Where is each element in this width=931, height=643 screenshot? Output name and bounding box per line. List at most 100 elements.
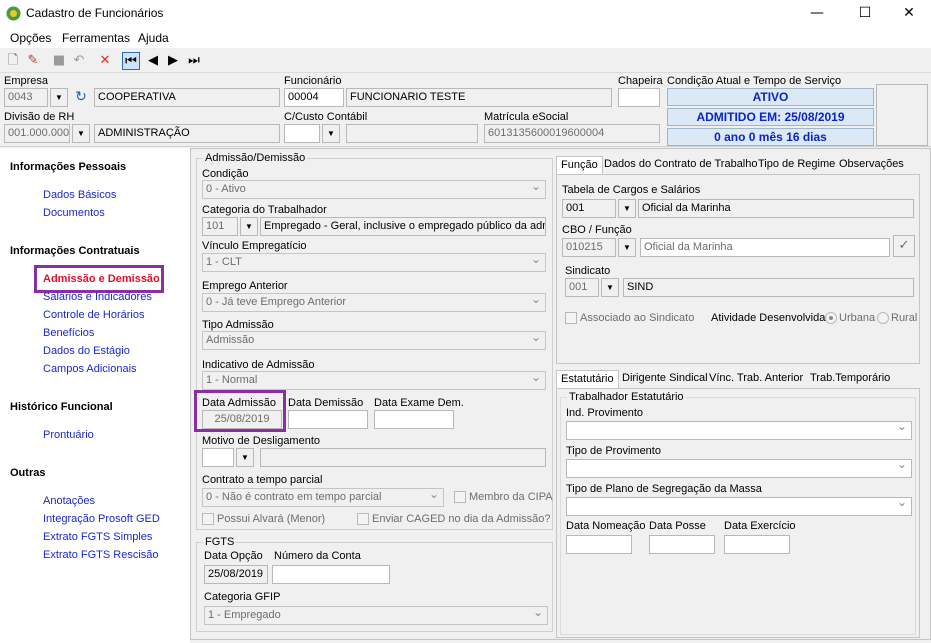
custo-code-field[interactable] [284, 124, 320, 143]
tab-observacoes[interactable]: Observações [839, 158, 904, 170]
ind-provimento-select[interactable] [566, 419, 912, 440]
data-opcao-field[interactable]: 25/08/2019 [204, 565, 268, 584]
sidebar-item-documentos[interactable]: Documentos [43, 207, 105, 219]
tabela-code-field[interactable]: 001 [562, 199, 616, 218]
first-record-icon[interactable]: ⏮ [122, 52, 140, 70]
tab-dirigente-sindical[interactable]: Dirigente Sindical [622, 372, 708, 384]
vinculo-select[interactable]: 1 - CLT [202, 253, 546, 272]
edit-icon[interactable]: ✎ [24, 52, 42, 70]
sidebar-item-dados-estagio[interactable]: Dados do Estágio [43, 345, 130, 357]
divisao-name-field: ADMINISTRAÇÃO [94, 124, 280, 143]
condicao-atual-label: Condição Atual e Tempo de Serviço [667, 75, 842, 87]
contrato-parcial-label: Contrato a tempo parcial [202, 474, 323, 486]
empresa-code-field[interactable]: 0043 [4, 88, 48, 107]
new-document-icon[interactable]: 🗋 [4, 52, 22, 70]
sidebar-item-beneficios[interactable]: Benefícios [43, 327, 94, 339]
section-historico-funcional: Histórico Funcional [10, 401, 113, 413]
delete-icon[interactable]: ✕ [96, 52, 114, 70]
menu-opcoes[interactable]: Opções [10, 31, 51, 45]
trabalhador-estatutario-title: Trabalhador Estatutário [567, 391, 686, 403]
associado-checkbox[interactable] [565, 312, 577, 324]
empresa-label: Empresa [4, 75, 49, 87]
empresa-dropdown-button[interactable]: ▼ [50, 88, 68, 107]
categoria-code-field[interactable]: 101 [202, 217, 238, 236]
data-exame-label: Data Exame Dem. [374, 397, 464, 409]
custo-name-field [346, 124, 478, 143]
close-button[interactable]: ✕ [886, 0, 931, 28]
tab-trab-temporario[interactable]: Trab.Temporário [810, 372, 890, 384]
empresa-name-field: COOPERATIVA [94, 88, 280, 107]
sidebar-item-anotacoes[interactable]: Anotações [43, 495, 95, 507]
sidebar-item-extrato-fgts-rescisao[interactable]: Extrato FGTS Rescisão [43, 549, 159, 561]
photo-placeholder[interactable] [876, 84, 928, 146]
contrato-parcial-select[interactable]: 0 - Não é contrato em tempo parcial [202, 488, 444, 507]
sidebar-item-extrato-fgts-simples[interactable]: Extrato FGTS Simples [43, 531, 152, 543]
minimize-button[interactable]: — [794, 0, 840, 28]
chapeira-field[interactable] [618, 88, 660, 107]
numero-conta-field[interactable] [272, 565, 390, 584]
sindicato-label: Sindicato [565, 265, 611, 277]
menu-ferramentas[interactable]: Ferramentas [62, 31, 130, 45]
data-exercicio-field[interactable] [724, 535, 790, 554]
enviar-caged-checkbox[interactable] [357, 513, 369, 525]
sidebar-item-integracao-ged[interactable]: Integração Prosoft GED [43, 513, 160, 525]
status-badge-admitido: ADMITIDO EM: 25/08/2019 [667, 108, 874, 126]
possui-alvara-label: Possui Alvará (Menor) [217, 513, 326, 525]
tab-funcao[interactable]: Função [556, 156, 603, 174]
divisao-dropdown-button[interactable]: ▼ [72, 124, 90, 143]
last-record-icon[interactable]: ⏭ [185, 52, 203, 70]
urbana-radio[interactable] [825, 312, 837, 324]
save-icon[interactable]: ■ [50, 52, 68, 70]
emprego-anterior-select[interactable]: 0 - Já teve Emprego Anterior [202, 293, 546, 312]
data-demissao-field[interactable] [288, 410, 368, 429]
section-outras: Outras [10, 467, 46, 479]
sidebar-item-salarios[interactable]: Salários e Indicadores [43, 291, 152, 303]
data-nomeacao-field[interactable] [566, 535, 632, 554]
rural-radio[interactable] [877, 312, 889, 324]
status-badge-ativo: ATIVO [667, 88, 874, 106]
refresh-icon[interactable]: ↻ [72, 89, 90, 107]
sidebar-item-campos-adicionais[interactable]: Campos Adicionais [43, 363, 137, 375]
menu-ajuda[interactable]: Ajuda [138, 31, 169, 45]
tabs-top: Função Dados do Contrato de Trabalho Tip… [556, 156, 904, 174]
maximize-button[interactable]: ☐ [842, 0, 888, 28]
data-exame-field[interactable] [374, 410, 454, 429]
cbo-name-field[interactable]: Oficial da Marinha [640, 238, 890, 257]
condicao-select[interactable]: 0 - Ativo [202, 180, 546, 199]
enviar-caged-label: Enviar CAGED no dia da Admissão? [372, 513, 551, 525]
motivo-dropdown-button[interactable]: ▼ [236, 448, 254, 467]
sidebar-item-dados-basicos[interactable]: Dados Básicos [43, 189, 116, 201]
tab-estatutario[interactable]: Estatutário [556, 370, 619, 388]
possui-alvara-checkbox[interactable] [202, 513, 214, 525]
funcionario-code-field[interactable]: 00004 [284, 88, 344, 107]
sindicato-code-field[interactable]: 001 [565, 278, 599, 297]
previous-record-icon[interactable]: ◀ [144, 52, 162, 70]
motivo-code-field[interactable] [202, 448, 234, 467]
plano-segregacao-select[interactable] [566, 495, 912, 516]
tab-vinc-trab-anterior[interactable]: Vínc. Trab. Anterior [709, 372, 803, 384]
categoria-gfip-select[interactable]: 1 - Empregado [204, 606, 548, 625]
section-informacoes-contratuais: Informações Contratuais [10, 245, 140, 257]
custo-dropdown-button[interactable]: ▼ [322, 124, 340, 143]
check-icon[interactable]: ✓ [893, 235, 915, 257]
tab-tipo-regime[interactable]: Tipo de Regime [758, 158, 835, 170]
divisao-code-field[interactable]: 001.000.000 [4, 124, 70, 143]
tab-dados-contrato[interactable]: Dados do Contrato de Trabalho [604, 158, 758, 170]
tipo-admissao-label: Tipo Admissão [202, 319, 274, 331]
indicativo-select[interactable]: 1 - Normal [202, 371, 546, 390]
cbo-code-field[interactable]: 010215 [562, 238, 616, 257]
sindicato-dropdown-button[interactable]: ▼ [601, 278, 619, 297]
emprego-anterior-label: Emprego Anterior [202, 280, 288, 292]
categoria-dropdown-button[interactable]: ▼ [240, 217, 258, 236]
tipo-provimento-label: Tipo de Provimento [566, 445, 661, 457]
undo-icon[interactable]: ↶ [70, 52, 88, 70]
next-record-icon[interactable]: ▶ [164, 52, 182, 70]
sidebar-item-controle-horarios[interactable]: Controle de Horários [43, 309, 145, 321]
membro-cipa-checkbox[interactable] [454, 491, 466, 503]
data-posse-field[interactable] [649, 535, 715, 554]
tipo-admissao-select[interactable]: Admissão [202, 331, 546, 350]
tabela-dropdown-button[interactable]: ▼ [618, 199, 636, 218]
sidebar-item-prontuario[interactable]: Prontuário [43, 429, 94, 441]
cbo-dropdown-button[interactable]: ▼ [618, 238, 636, 257]
tipo-provimento-select[interactable] [566, 457, 912, 478]
